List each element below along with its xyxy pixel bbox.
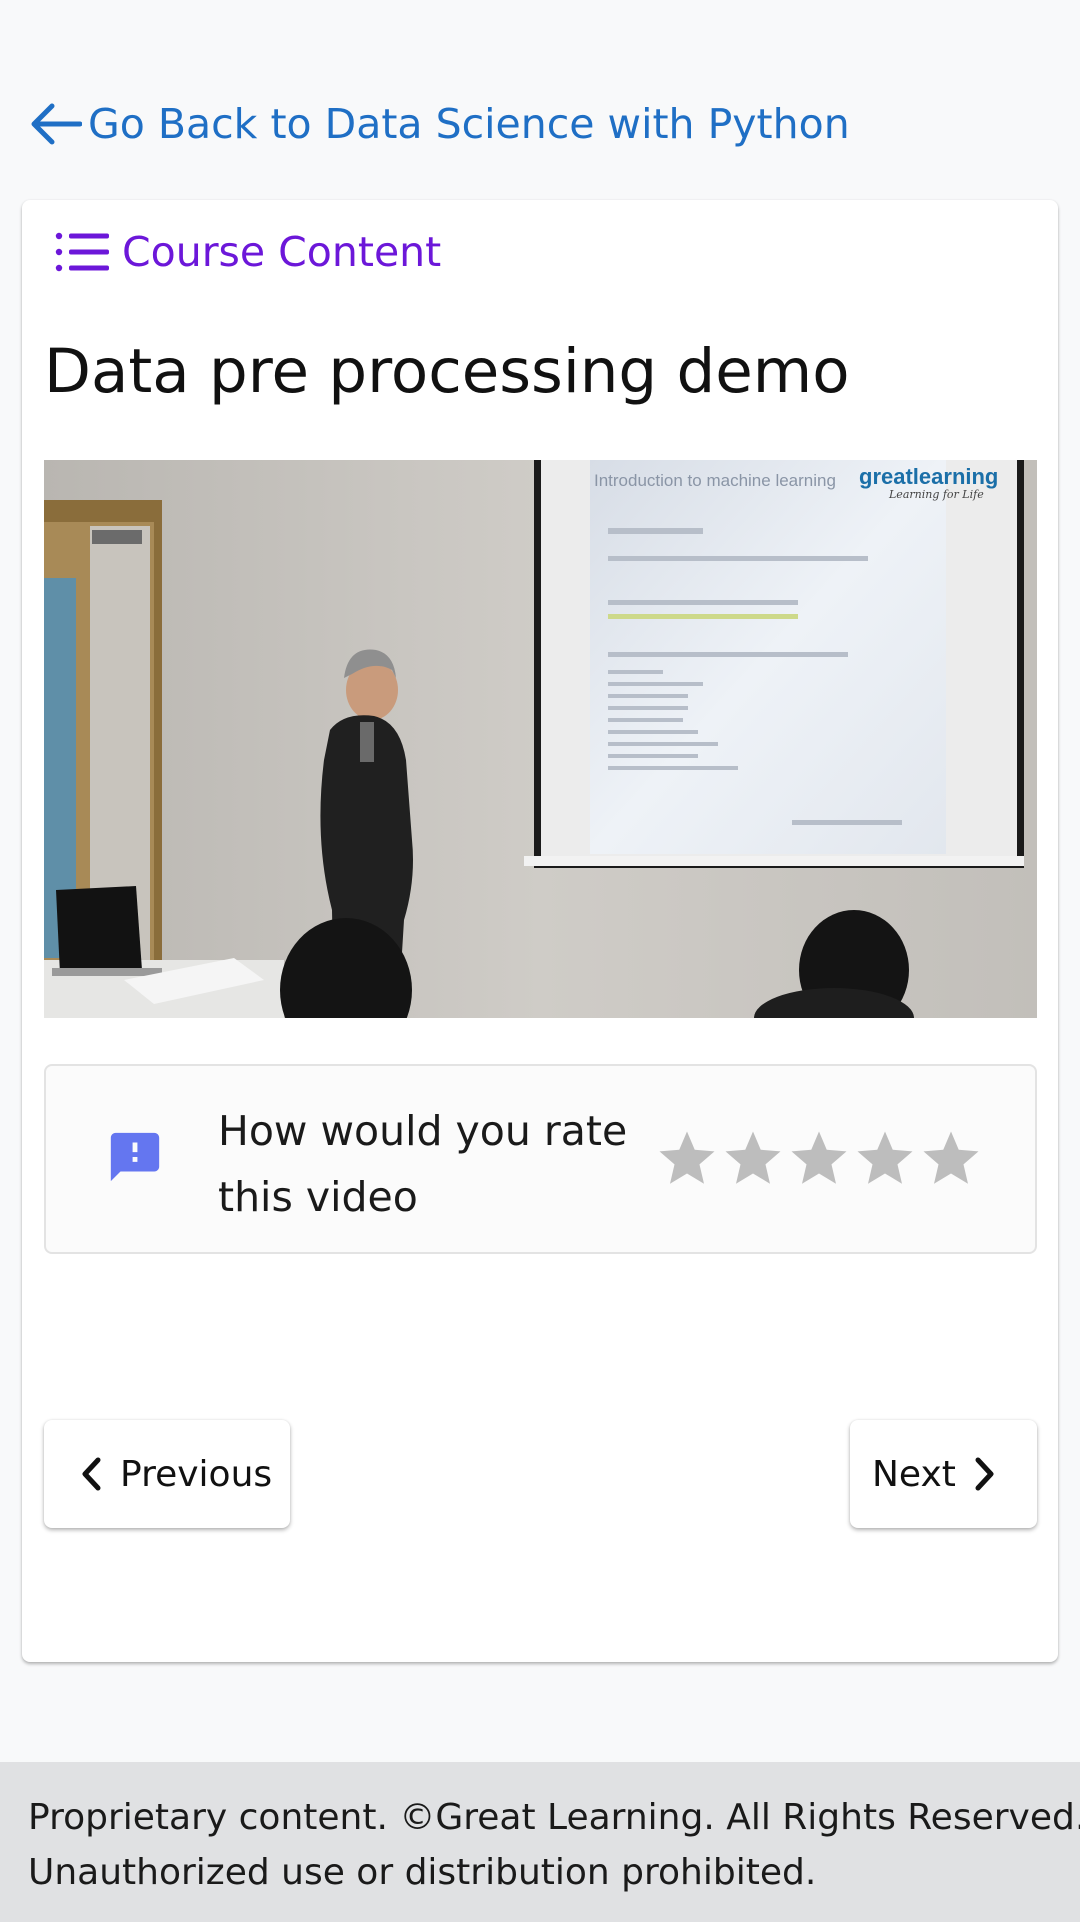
previous-label: Previous [120, 1453, 273, 1495]
star-icon-5[interactable] [918, 1126, 984, 1192]
lesson-card: Course Content Data pre processing demo [22, 200, 1058, 1662]
slide-heading: Introduction to machine learning [594, 471, 836, 490]
video-frame: Introduction to machine learning greatle… [44, 460, 1037, 1018]
next-label: Next [872, 1453, 956, 1495]
feedback-icon [110, 1132, 160, 1182]
chevron-right-icon [975, 1457, 994, 1491]
list-icon [55, 232, 109, 272]
star-rating [654, 1126, 984, 1192]
arrow-left-icon [31, 103, 82, 145]
course-content-label: Course Content [122, 228, 442, 276]
star-icon-4[interactable] [852, 1126, 918, 1192]
star-icon-3[interactable] [786, 1126, 852, 1192]
chevron-left-icon [82, 1457, 101, 1491]
next-button[interactable]: Next [850, 1420, 1037, 1528]
back-link-label: Go Back to Data Science with Python [88, 100, 850, 148]
video-player[interactable]: Introduction to machine learning greatle… [44, 460, 1037, 1018]
previous-button[interactable]: Previous [44, 1420, 290, 1528]
rating-panel: How would you rate this video [44, 1064, 1037, 1254]
footer: Proprietary content. ©Great Learning. Al… [0, 1762, 1080, 1922]
lesson-title: Data pre processing demo [44, 336, 850, 407]
footer-notice: Unauthorized use or distribution prohibi… [28, 1852, 817, 1893]
star-icon-2[interactable] [720, 1126, 786, 1192]
star-icon-1[interactable] [654, 1126, 720, 1192]
back-to-course-link[interactable]: Go Back to Data Science with Python [28, 96, 850, 152]
rating-question: How would you rate this video [218, 1107, 628, 1221]
footer-copyright: Proprietary content. ©Great Learning. Al… [28, 1797, 1080, 1838]
brand-tagline: Learning for Life [888, 488, 984, 501]
course-content-button[interactable]: Course Content [54, 224, 441, 280]
brand-name: greatlearning [859, 464, 998, 489]
